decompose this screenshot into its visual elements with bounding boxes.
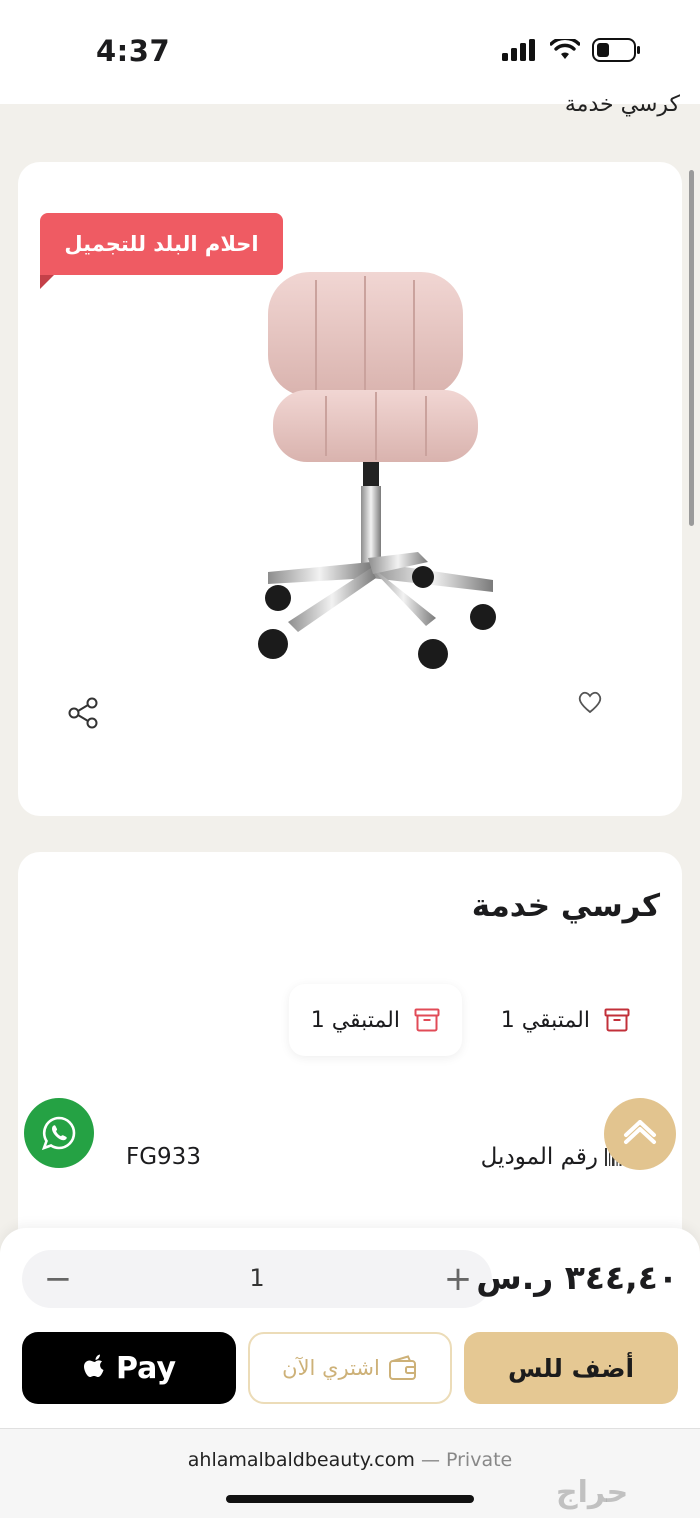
- quantity-stepper: − 1 +: [22, 1250, 492, 1308]
- buy-now-button[interactable]: اشتري الآن: [248, 1332, 452, 1404]
- purchase-panel: − 1 + ٣٤٤,٤٠ ر.س Pay اشتري الآن أضف للس: [0, 1228, 700, 1428]
- status-icons: [502, 38, 642, 62]
- home-indicator[interactable]: [226, 1495, 474, 1503]
- chevron-up-icon: [624, 1120, 656, 1144]
- product-image-card: احلام البلد للتجميل: [18, 162, 682, 816]
- stock-label: المتبقي 1: [310, 1007, 400, 1033]
- increase-quantity-button[interactable]: +: [438, 1258, 478, 1300]
- stock-label: المتبقي 1: [500, 1007, 590, 1033]
- model-number-text: رقم الموديل: [480, 1144, 598, 1170]
- url-separator: —: [420, 1449, 440, 1471]
- share-icon[interactable]: [66, 696, 100, 730]
- buy-now-label: اشتري الآن: [282, 1356, 380, 1380]
- product-info-card: كرسي خدمة المتبقي 1 المتبقي 1 رقم المودي…: [18, 852, 682, 1252]
- wallet-icon: [388, 1355, 416, 1380]
- stock-indicator: المتبقي 1: [479, 984, 652, 1056]
- apple-pay-button[interactable]: Pay: [22, 1332, 236, 1404]
- apple-logo-icon: [83, 1354, 104, 1377]
- whatsapp-button[interactable]: [24, 1098, 94, 1168]
- add-to-cart-button[interactable]: أضف للس: [464, 1332, 678, 1404]
- product-image[interactable]: [218, 262, 528, 682]
- product-title: كرسي خدمة: [471, 888, 660, 924]
- breadcrumb: كرسي خدمة: [564, 92, 680, 117]
- signal-icon: [502, 39, 535, 61]
- whatsapp-icon: [41, 1116, 76, 1151]
- scroll-to-top-button[interactable]: [604, 1098, 676, 1170]
- watermark: حراج: [556, 1475, 629, 1510]
- archive-box-icon: [604, 1008, 630, 1032]
- quantity-value[interactable]: 1: [22, 1264, 492, 1292]
- battery-icon: [592, 38, 640, 62]
- private-label: Private: [445, 1449, 513, 1471]
- status-bar: 4:37: [0, 0, 700, 104]
- add-to-cart-label: أضف للس: [507, 1353, 635, 1383]
- apple-pay-label: Pay: [115, 1350, 177, 1386]
- wifi-icon: [550, 39, 580, 59]
- heart-icon[interactable]: [572, 684, 608, 720]
- browser-url-bar[interactable]: ahlamalbaldbeauty.com — Private حراج: [0, 1428, 700, 1518]
- product-price: ٣٤٤,٤٠ ر.س: [476, 1258, 678, 1297]
- url-text[interactable]: ahlamalbaldbeauty.com — Private: [0, 1449, 700, 1471]
- status-time: 4:37: [96, 34, 171, 68]
- url-domain: ahlamalbaldbeauty.com: [187, 1449, 415, 1471]
- stock-indicator: المتبقي 1: [288, 984, 462, 1056]
- model-number-value: FG933: [126, 1144, 201, 1170]
- scrollbar[interactable]: [689, 170, 694, 526]
- archive-box-icon: [414, 1008, 440, 1032]
